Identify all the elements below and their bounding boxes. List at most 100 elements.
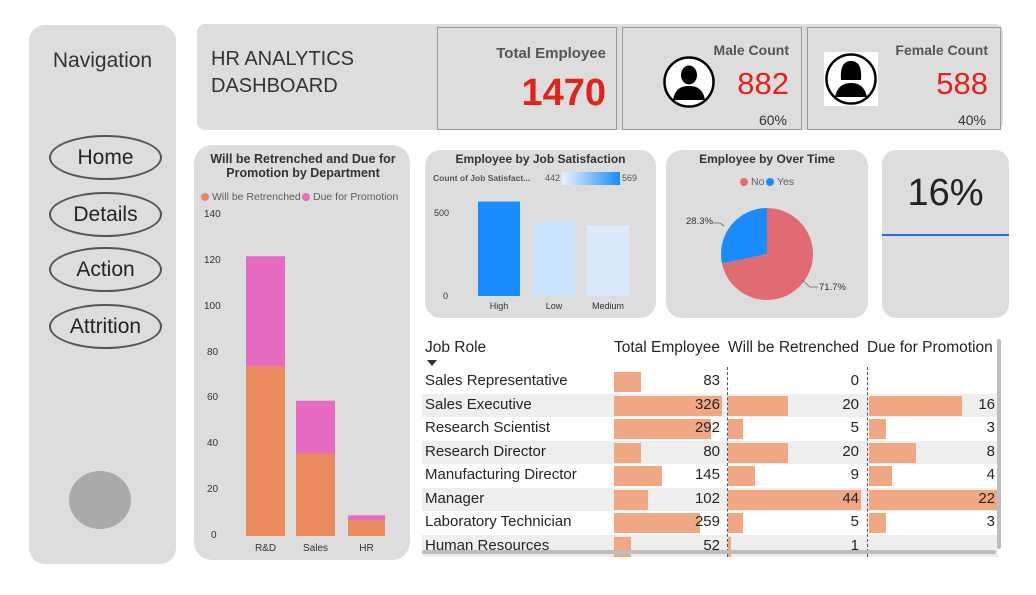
sort-desc-icon[interactable] — [427, 360, 437, 366]
cell-will-be-retrenched: 5 — [850, 419, 859, 436]
cell-due-for-promotion: 4 — [986, 466, 995, 483]
cell-will-be-retrenched: 5 — [850, 513, 859, 530]
navigation-title: Navigation — [52, 49, 153, 72]
x-tick-label: Medium — [592, 301, 624, 311]
pie-leader-line — [712, 222, 725, 227]
male-count-card: Male Count 882 60% — [622, 27, 802, 130]
bar-sales-retrenched[interactable] — [296, 453, 335, 536]
cell-will-be-retrenched-bar — [728, 466, 756, 486]
cell-job-role: Research Scientist — [425, 419, 551, 436]
female-percentage: 40% — [957, 112, 986, 128]
total-employee-value: 1470 — [521, 72, 606, 114]
home-button[interactable]: Home — [49, 135, 162, 180]
jobsat-chart-plot: High Low Medium — [478, 201, 629, 311]
cell-will-be-retrenched: 44 — [842, 489, 859, 507]
cell-due-for-promotion-bar — [869, 395, 963, 416]
horizontal-scrollbar[interactable] — [422, 550, 996, 554]
header-panel: HR ANALYTICS DASHBOARD Total Employee 14… — [197, 24, 1003, 130]
male-count-value: 882 — [737, 66, 789, 101]
bar-hr-promotion[interactable] — [348, 515, 385, 520]
details-button[interactable]: Details — [49, 192, 162, 237]
bar-hr-retrenched[interactable] — [348, 519, 385, 536]
cell-job-role: Sales Representative — [425, 372, 568, 389]
dashboard-title: HR ANALYTICS DASHBOARD — [211, 48, 354, 97]
col-header-will-be-retrenched[interactable]: Will be Retrenched — [728, 339, 859, 357]
cell-due-for-promotion-bar — [869, 513, 887, 533]
cell-total-employee: 326 — [694, 395, 720, 413]
cell-due-for-promotion-bar — [869, 419, 887, 439]
table-row[interactable]: Manufacturing Director 145 9 4 — [422, 464, 998, 488]
cell-total-employee: 145 — [694, 466, 720, 483]
cell-will-be-retrenched: 9 — [850, 466, 859, 483]
retrench-chart-plot: R&D Sales HR — [246, 256, 385, 554]
cell-total-employee: 292 — [694, 419, 720, 436]
col-header-total-employee[interactable]: Total Employee — [614, 339, 720, 357]
cell-due-for-promotion: 16 — [978, 395, 995, 413]
attrition-button[interactable]: Attrition — [49, 304, 162, 349]
bar-sales-promotion[interactable] — [296, 400, 335, 454]
col-header-due-for-promotion[interactable]: Due for Promotion — [867, 339, 993, 357]
male-count-label: Male Count — [713, 42, 789, 58]
bar-low[interactable] — [533, 222, 575, 296]
table-row[interactable]: Sales Executive 326 20 16 — [422, 393, 998, 417]
cell-total-employee: 83 — [703, 372, 720, 389]
cell-total-employee-bar — [614, 466, 663, 486]
kpi-underline — [882, 234, 1009, 236]
bar-medium[interactable] — [587, 225, 629, 296]
female-count-card: Female Count 588 40% — [807, 27, 1001, 130]
cell-job-role: Manager — [425, 489, 485, 507]
pie-leader-line — [801, 279, 818, 288]
pie-slice-yes[interactable] — [721, 208, 767, 264]
table-row[interactable]: Laboratory Technician 259 5 3 — [422, 511, 998, 535]
col-header-job-role[interactable]: Job Role — [425, 339, 486, 357]
retrench-promotion-chart: Will be Retrenched and Due for Promotion… — [194, 145, 410, 560]
bar-rd-retrenched[interactable] — [246, 366, 285, 536]
cell-total-employee-bar — [614, 442, 641, 463]
x-tick-label: High — [490, 301, 509, 311]
cell-job-role: Manufacturing Director — [425, 466, 577, 483]
cell-will-be-retrenched-bar — [728, 442, 789, 463]
female-count-label: Female Count — [895, 42, 988, 58]
cell-will-be-retrenched: 20 — [842, 395, 859, 413]
total-employee-card: Total Employee 1470 — [437, 27, 617, 130]
cell-total-employee-bar — [614, 372, 642, 392]
cell-total-employee: 102 — [694, 489, 720, 507]
table-row[interactable]: Manager 102 44 22 — [422, 487, 998, 511]
cell-will-be-retrenched: 0 — [850, 372, 859, 389]
cell-due-for-promotion-bar — [869, 442, 916, 463]
cell-job-role: Laboratory Technician — [425, 513, 572, 530]
pie-label-no: 71.7% — [819, 282, 846, 293]
cell-due-for-promotion: 3 — [986, 513, 995, 530]
cell-will-be-retrenched-bar — [728, 419, 744, 439]
bar-rd-promotion[interactable] — [246, 256, 285, 367]
overtime-chart: Employee by Over Time No Yes 28.3% 71.7% — [666, 150, 868, 318]
pie-label-yes: 28.3% — [686, 216, 713, 227]
cell-due-for-promotion: 8 — [986, 442, 995, 460]
vertical-scrollbar[interactable] — [997, 339, 1001, 549]
job-satisfaction-chart: Employee by Job Satisfaction Count of Jo… — [425, 150, 656, 318]
x-tick-label: Sales — [303, 543, 328, 554]
x-tick-label: HR — [359, 543, 373, 554]
cell-will-be-retrenched-bar — [728, 513, 744, 533]
column-divider — [727, 367, 728, 557]
male-avatar-icon — [663, 56, 715, 113]
cell-due-for-promotion-bar — [869, 466, 893, 486]
profile-circle[interactable] — [69, 471, 131, 529]
table-row[interactable]: Research Scientist 292 5 3 — [422, 417, 998, 441]
cell-due-for-promotion: 3 — [986, 419, 995, 436]
cell-total-employee-bar — [614, 489, 648, 510]
female-count-value: 588 — [936, 66, 988, 101]
total-employee-label: Total Employee — [496, 45, 606, 62]
bar-high[interactable] — [478, 201, 520, 296]
table-row[interactable]: Sales Representative 83 0 — [422, 370, 998, 394]
cell-will-be-retrenched-bar — [728, 395, 789, 416]
navigation-panel: Navigation Home Details Action Attrition — [29, 25, 176, 564]
cell-total-employee-bar — [614, 513, 700, 533]
action-button[interactable]: Action — [49, 247, 162, 292]
percentage-kpi-card: 16% — [882, 150, 1009, 318]
kpi-value: 16% — [907, 172, 984, 214]
male-percentage: 60% — [758, 112, 787, 128]
table-row[interactable]: Research Director 80 20 8 — [422, 440, 998, 464]
job-role-table: Job Role Total Employee Will be Retrench… — [422, 335, 1006, 557]
female-avatar-icon — [824, 52, 878, 106]
